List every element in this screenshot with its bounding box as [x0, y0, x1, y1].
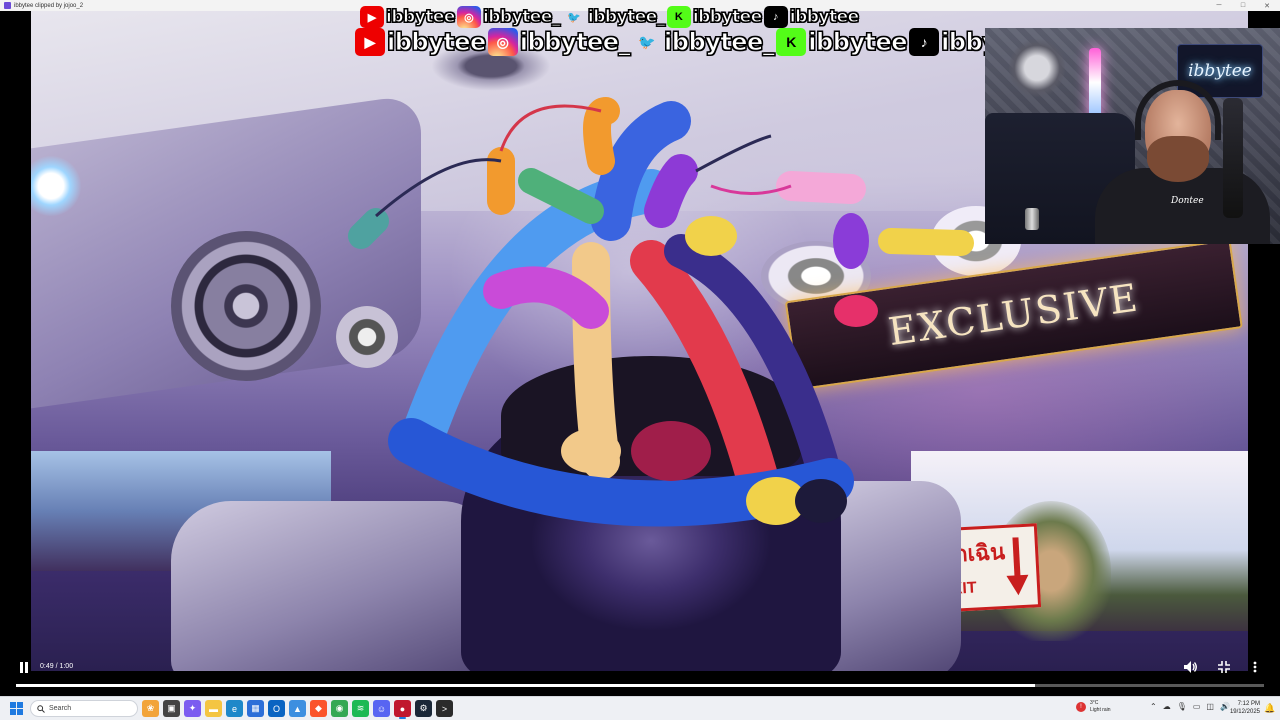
shirt-text: Dontee — [1171, 196, 1204, 206]
social-handle: ibbytee_ — [664, 28, 776, 57]
taskbar: Search ❀ ▣ ✦ ▬ e ▦ O ▲ ◆ ◉ ≋ ☺ ● ⚙ > ! 3°C Light rain … — [0, 696, 1280, 720]
progress-bar[interactable] — [16, 684, 1264, 687]
folder-app[interactable]: ▬ — [205, 700, 222, 717]
twitter-icon: 🐦 — [638, 33, 656, 50]
clock-date: 19/12/2025 — [1229, 709, 1260, 715]
social-handle: ibbytee_ — [482, 7, 560, 28]
kick-icon: K — [666, 6, 691, 28]
social-handle: ibbytee_ — [519, 28, 631, 57]
edge-app[interactable]: e — [226, 700, 243, 717]
weather-widget[interactable]: ! 3°C Light rain — [1076, 700, 1111, 714]
taskbar-search[interactable]: Search — [30, 700, 138, 717]
chrome-app[interactable]: ◉ — [331, 700, 348, 717]
terminal-app[interactable]: > — [436, 700, 453, 717]
display-icon[interactable]: ▭ — [1193, 702, 1201, 711]
cup — [1025, 208, 1039, 230]
webcam-overlay: ibbytee Dontee — [985, 28, 1280, 244]
kick-icon: K — [776, 28, 807, 56]
taskbar-clock[interactable]: 7:12 PM 19/12/2025 — [1224, 700, 1260, 716]
social-tiktok: ♪ibbytee — [763, 6, 860, 28]
spotify-app[interactable]: ≋ — [352, 700, 369, 717]
notification-bell-icon[interactable]: 🔔 — [1264, 703, 1275, 714]
streamer-beard — [1147, 136, 1209, 182]
social-handle: ibbytee_ — [587, 7, 665, 28]
mic-icon[interactable]: 🎙 — [1177, 702, 1187, 711]
social-banner: ▶ ibbytee ◎ ibbytee_ 🐦 ibbytee_ Kibbytee ♪ ibbyt… — [355, 6, 1041, 58]
social-handle: ibbytee — [789, 7, 859, 28]
photos-app[interactable]: ▲ — [289, 700, 306, 717]
discord-app[interactable]: ☺ — [373, 700, 390, 717]
taskbar-apps: ❀ ▣ ✦ ▬ e ▦ O ▲ ◆ ◉ ≋ ☺ ● ⚙ > — [142, 700, 453, 719]
social-youtube: ▶ ibbytee — [355, 28, 487, 57]
social-twitter: 🐦 ibbytee_ — [632, 28, 776, 57]
search-icon — [37, 704, 45, 713]
clock-time: 7:12 PM — [1237, 701, 1260, 707]
window-title: ibbytee clipped by jojoo_2 — [14, 2, 84, 9]
file-explorer-app[interactable]: ▣ — [163, 700, 180, 717]
social-handle: ibbytee — [808, 28, 908, 57]
social-handle: ibbytee — [386, 7, 456, 28]
social-twitter: 🐦 ibbytee_ — [562, 6, 666, 28]
system-tray: ⌃ ☁ 🎙 ▭ ◫ 🔊 — [1150, 702, 1230, 711]
volume-icon — [1184, 661, 1197, 673]
social-kick: Kibbytee — [666, 6, 763, 28]
player-controls: 0:49 / 1:00 — [0, 652, 1280, 690]
close-button[interactable]: ✕ — [1256, 0, 1278, 11]
social-kick: Kibbytee — [776, 28, 908, 57]
social-youtube: ▶ ibbytee — [360, 6, 456, 28]
steam-app[interactable]: ⚙ — [415, 700, 432, 717]
outlook-app[interactable]: O — [268, 700, 285, 717]
social-row-small: ▶ ibbytee ◎ ibbytee_ 🐦 ibbytee_ Kibbytee ♪ ibbyt… — [360, 6, 860, 28]
chevron-up-icon[interactable]: ⌃ — [1150, 702, 1157, 711]
volume-button[interactable] — [1182, 660, 1200, 674]
app-icon — [4, 2, 11, 9]
social-instagram: ◎ ibbytee_ — [456, 6, 561, 28]
youtube-icon: ▶ — [360, 6, 384, 28]
more-options-button[interactable] — [1248, 660, 1262, 674]
widgets-app[interactable]: ❀ — [142, 700, 159, 717]
minimize-button[interactable]: ─ — [1208, 0, 1230, 11]
weather-alert-icon: ! — [1076, 702, 1086, 712]
twitter-icon: 🐦 — [567, 11, 581, 24]
tiktok-icon: ♪ — [763, 6, 788, 28]
streamlabs-app[interactable]: ● — [394, 700, 411, 719]
pause-icon — [20, 661, 28, 673]
instagram-icon: ◎ — [487, 28, 518, 56]
social-row-large: ▶ibbytee◎ibbytee_🐦ibbytee_Kibbytee♪ibbyt… — [355, 28, 1041, 57]
social-instagram: ◎ ibbytee_ — [487, 28, 631, 57]
tiktok-icon: ♪ — [909, 28, 940, 56]
brave-app[interactable]: ◆ — [310, 700, 327, 717]
time-display: 0:49 / 1:00 — [40, 663, 74, 670]
start-button[interactable] — [10, 702, 23, 715]
weather-temp: 3°C — [1090, 700, 1099, 706]
store-app[interactable]: ▦ — [247, 700, 264, 717]
maximize-button[interactable]: □ — [1232, 0, 1254, 11]
onedrive-icon[interactable]: ☁ — [1163, 702, 1171, 711]
weather-desc: Light rain — [1090, 707, 1111, 713]
exit-fullscreen-button[interactable] — [1215, 660, 1233, 674]
pause-button[interactable] — [16, 660, 32, 674]
youtube-icon: ▶ — [355, 28, 385, 56]
more-vert-icon — [1253, 661, 1257, 673]
network-icon[interactable]: ◫ — [1206, 702, 1214, 711]
instagram-icon: ◎ — [456, 6, 481, 28]
app-window: ibbytee clipped by jojoo_2 ─ □ ✕ EXCLUSI… — [0, 0, 1280, 720]
exit-fullscreen-icon — [1218, 661, 1230, 673]
progress-fill — [16, 684, 1036, 687]
neon-sign-text: ibbytee — [1188, 61, 1252, 81]
microphone — [1223, 98, 1243, 218]
search-placeholder: Search — [49, 705, 72, 712]
social-handle: ibbytee — [387, 28, 487, 57]
copilot-app[interactable]: ✦ — [184, 700, 201, 717]
social-handle: ibbytee — [692, 7, 762, 28]
bulldog-logo — [1009, 38, 1065, 98]
